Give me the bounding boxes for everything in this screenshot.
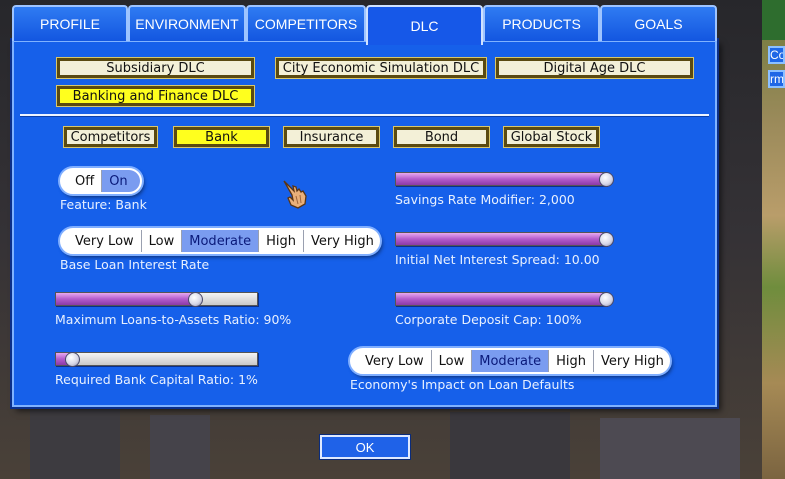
sub-insurance-button[interactable]: Insurance: [283, 126, 380, 148]
required-capital-ratio-value: 1%: [238, 372, 258, 387]
dlc-banking-and-finance-button[interactable]: Banking and Finance DLC: [56, 85, 255, 107]
initial-net-interest-spread-slider[interactable]: [395, 232, 614, 247]
option-very-high[interactable]: Very High: [302, 230, 378, 252]
economy-impact-loan-defaults-label: Economy's Impact on Loan Defaults: [350, 377, 575, 392]
tab-dlc[interactable]: DLC: [366, 5, 483, 45]
slider-fill: [396, 293, 606, 305]
side-button-rm[interactable]: rm: [768, 70, 785, 88]
sub-competitors-button[interactable]: Competitors: [63, 126, 158, 148]
dlc-subsidiary-button[interactable]: Subsidiary DLC: [56, 57, 255, 79]
option-low[interactable]: Low: [430, 350, 472, 372]
slider-knob[interactable]: [599, 232, 614, 247]
tab-goals[interactable]: GOALS: [600, 5, 717, 41]
tab-profile[interactable]: PROFILE: [12, 5, 128, 41]
corporate-deposit-cap-value: 100%: [545, 312, 582, 327]
initial-net-interest-spread-name: Initial Net Interest Spread:: [395, 252, 560, 267]
slider-knob[interactable]: [187, 292, 203, 307]
corporate-deposit-cap-label: Corporate Deposit Cap: 100%: [395, 312, 582, 327]
option-very-low[interactable]: Very Low: [62, 230, 141, 252]
option-very-low[interactable]: Very Low: [352, 350, 431, 372]
option-high[interactable]: High: [258, 230, 303, 252]
sub-global-stock-button[interactable]: Global Stock: [503, 126, 600, 148]
initial-net-interest-spread-label: Initial Net Interest Spread: 10.00: [395, 252, 600, 267]
tab-products[interactable]: PRODUCTS: [483, 5, 600, 41]
hand-cursor-icon: [283, 180, 307, 209]
required-capital-ratio-label: Required Bank Capital Ratio: 1%: [55, 372, 258, 387]
option-high[interactable]: High: [548, 350, 593, 372]
max-loans-to-assets-slider[interactable]: [55, 292, 258, 307]
tab-environment[interactable]: ENVIRONMENT: [128, 5, 246, 41]
max-loans-to-assets-value: 90%: [263, 312, 292, 327]
toggle-on-option[interactable]: On: [101, 170, 140, 192]
slider-fill: [396, 173, 606, 185]
required-capital-ratio-slider[interactable]: [55, 352, 258, 367]
side-button-co[interactable]: Co: [768, 46, 785, 64]
slider-knob[interactable]: [599, 292, 614, 307]
savings-rate-modifier-label: Savings Rate Modifier: 2,000: [395, 192, 575, 207]
feature-bank-toggle: Off On: [60, 168, 142, 194]
required-capital-ratio-name: Required Bank Capital Ratio:: [55, 372, 235, 387]
slider-knob[interactable]: [65, 352, 81, 367]
savings-rate-modifier-value: 2,000: [538, 192, 575, 207]
feature-bank-label: Feature: Bank: [60, 197, 147, 212]
slider-fill: [56, 293, 195, 305]
option-moderate[interactable]: Moderate: [471, 350, 549, 372]
dlc-city-economic-simulation-button[interactable]: City Economic Simulation DLC: [275, 57, 487, 79]
corporate-deposit-cap-name: Corporate Deposit Cap:: [395, 312, 542, 327]
max-loans-to-assets-name: Maximum Loans-to-Assets Ratio:: [55, 312, 260, 327]
slider-fill: [396, 233, 606, 245]
corporate-deposit-cap-slider[interactable]: [395, 292, 614, 307]
savings-rate-modifier-slider[interactable]: [395, 172, 614, 187]
sub-bank-button[interactable]: Bank: [173, 126, 270, 148]
slider-knob[interactable]: [599, 172, 614, 187]
dlc-digital-age-button[interactable]: Digital Age DLC: [495, 57, 694, 79]
toggle-off-option[interactable]: Off: [62, 170, 101, 192]
option-low[interactable]: Low: [140, 230, 182, 252]
sub-bond-button[interactable]: Bond: [393, 126, 490, 148]
max-loans-to-assets-label: Maximum Loans-to-Assets Ratio: 90%: [55, 312, 291, 327]
base-loan-interest-rate-label: Base Loan Interest Rate: [60, 257, 210, 272]
section-divider: [20, 114, 709, 117]
base-loan-interest-rate-selector: Very Low Low Moderate High Very High: [60, 228, 380, 254]
option-very-high[interactable]: Very High: [592, 350, 668, 372]
economy-impact-loan-defaults-selector: Very Low Low Moderate High Very High: [350, 348, 670, 374]
tab-bar: PROFILE ENVIRONMENT COMPETITORS DLC PROD…: [12, 5, 717, 45]
option-moderate[interactable]: Moderate: [181, 230, 259, 252]
ok-button[interactable]: OK: [320, 435, 410, 459]
initial-net-interest-spread-value: 10.00: [563, 252, 600, 267]
tab-competitors[interactable]: COMPETITORS: [246, 5, 366, 41]
savings-rate-modifier-name: Savings Rate Modifier:: [395, 192, 535, 207]
